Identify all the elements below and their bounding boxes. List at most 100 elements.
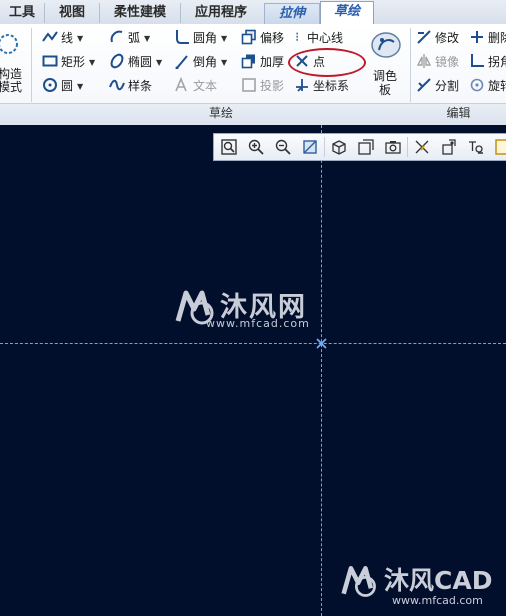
- delete-segment-icon: [471, 31, 483, 43]
- fillet-icon: [176, 30, 189, 44]
- line-tool-button[interactable]: 线 ▼: [42, 27, 83, 49]
- fillet-tool-button[interactable]: 圆角 ▼: [174, 27, 227, 49]
- line-icon: [42, 31, 58, 42]
- toolbar-divider: [324, 137, 325, 157]
- circle-tool-button[interactable]: 圆 ▼: [42, 75, 83, 97]
- rotate-resize-tool-label: 旋转: [488, 79, 506, 93]
- offset-tool-label: 偏移: [260, 31, 285, 45]
- graphics-view-toolbar: [213, 133, 506, 161]
- group-divider: [410, 28, 411, 102]
- group-divider: [31, 28, 32, 102]
- watermark-brand2: 沐风CAD: [384, 566, 493, 595]
- palette-label-1: 调色: [373, 69, 398, 83]
- ribbon-tab-bar: 工具 视图 柔性建模 应用程序 拉伸 草绘: [0, 0, 506, 25]
- line-dropdown-icon[interactable]: ▼: [77, 28, 83, 50]
- refit-button[interactable]: [218, 137, 240, 157]
- palette-button[interactable]: 调色 板: [369, 28, 405, 100]
- chamfer-tool-label: 倒角: [193, 55, 218, 69]
- csys-tool-label: 坐标系: [313, 79, 350, 93]
- zoom-in-button[interactable]: [245, 137, 267, 157]
- thicken-tool-label: 加厚: [260, 55, 285, 69]
- ellipse-tool-label: 椭圆: [128, 55, 153, 69]
- divide-tool-button[interactable]: 分割: [416, 75, 459, 97]
- construction-mode-icon: [0, 34, 18, 54]
- corner-icon: [471, 54, 484, 67]
- datum-display-icon: [415, 140, 429, 154]
- toolbar-divider: [407, 137, 408, 157]
- text-tool-button[interactable]: 文本: [174, 75, 217, 97]
- saved-orientations-button[interactable]: [355, 137, 377, 157]
- circle-icon: [43, 78, 57, 92]
- circle-dropdown-icon[interactable]: ▼: [77, 76, 83, 98]
- rotate-resize-tool-button[interactable]: 旋转: [469, 75, 506, 97]
- palette-icon: [371, 32, 401, 58]
- delete-segment-tool-label: 删除: [488, 31, 506, 45]
- zoom-in-icon: [248, 139, 264, 155]
- rectangle-dropdown-icon[interactable]: ▼: [89, 52, 95, 74]
- project-tool-label: 投影: [260, 79, 285, 93]
- point-tool-button[interactable]: 点: [294, 51, 325, 73]
- vertical-reference-line: [321, 125, 322, 616]
- repaint-icon: [303, 140, 317, 154]
- circle-tool-label: 圆: [61, 79, 74, 93]
- sketch-view-button[interactable]: [492, 137, 506, 157]
- palette-label-2: 板: [379, 83, 392, 97]
- watermark-url: www.mfcad.com: [206, 317, 310, 330]
- csys-tool-button[interactable]: 坐标系: [294, 75, 349, 97]
- repaint-button[interactable]: [299, 137, 321, 157]
- ellipse-dropdown-icon[interactable]: ▼: [156, 52, 162, 74]
- sketch-canvas[interactable]: 沐风网 www.mfcad.com 沐风CAD www.mfcad.com: [0, 125, 506, 616]
- offset-icon: [241, 29, 256, 45]
- chamfer-tool-button[interactable]: 倒角 ▼: [174, 51, 227, 73]
- centerline-tool-button[interactable]: 中心线: [294, 27, 343, 49]
- tab-tools[interactable]: 工具: [0, 3, 45, 23]
- tab-sketch[interactable]: 草绘: [320, 1, 374, 25]
- rectangle-tool-label: 矩形: [61, 55, 86, 69]
- arc-dropdown-icon[interactable]: ▼: [144, 28, 150, 50]
- rectangle-tool-button[interactable]: 矩形 ▼: [42, 51, 95, 73]
- modify-tool-button[interactable]: 修改: [416, 27, 459, 49]
- divide-tool-label: 分割: [435, 79, 460, 93]
- thicken-tool-button[interactable]: 加厚: [241, 51, 284, 73]
- tab-applications[interactable]: 应用程序: [181, 3, 261, 23]
- group-label-sketch: 草绘: [208, 106, 233, 120]
- chamfer-icon: [175, 55, 188, 69]
- arc-tool-button[interactable]: 弧 ▼: [109, 27, 150, 49]
- chamfer-dropdown-icon[interactable]: ▼: [221, 52, 227, 74]
- tab-extrude[interactable]: 拉伸: [264, 3, 320, 24]
- divide-icon: [417, 78, 431, 92]
- ellipse-tool-button[interactable]: 椭圆 ▼: [109, 51, 162, 73]
- point-tool-label: 点: [313, 55, 326, 69]
- corner-tool-button[interactable]: 拐角: [469, 51, 506, 73]
- zoom-out-button[interactable]: [272, 137, 294, 157]
- tab-flexible-modeling[interactable]: 柔性建模: [100, 3, 181, 23]
- offset-tool-button[interactable]: 偏移: [241, 27, 284, 49]
- corner-tool-label: 拐角: [488, 55, 506, 69]
- delete-segment-tool-button[interactable]: 删除: [469, 27, 506, 49]
- spin-center-button[interactable]: [438, 137, 460, 157]
- centerline-icon: [296, 32, 298, 42]
- construction-mode-button[interactable]: 构造 模式: [0, 30, 26, 96]
- tab-view[interactable]: 视图: [45, 3, 100, 23]
- modify-tool-label: 修改: [435, 31, 460, 45]
- fillet-tool-label: 圆角: [193, 31, 218, 45]
- rotate-resize-icon: [470, 78, 484, 92]
- mirror-tool-button[interactable]: 镜像: [416, 51, 459, 73]
- saved-orientations-icon: [358, 139, 374, 155]
- project-tool-button[interactable]: 投影: [241, 75, 284, 97]
- spline-tool-button[interactable]: 样条: [109, 75, 152, 97]
- mfcad-logo-icon: [341, 566, 376, 597]
- mirror-tool-label: 镜像: [435, 55, 460, 69]
- refit-icon: [221, 139, 237, 155]
- annotation-display-button[interactable]: [465, 137, 487, 157]
- arc-tool-label: 弧: [128, 31, 141, 45]
- point-icon: [296, 55, 308, 67]
- spline-tool-label: 样条: [128, 79, 153, 93]
- fillet-dropdown-icon[interactable]: ▼: [221, 28, 227, 50]
- datum-display-button[interactable]: [411, 137, 433, 157]
- view-manager-button[interactable]: [382, 137, 404, 157]
- coordinate-system-icon: [296, 79, 308, 92]
- display-style-button[interactable]: [328, 137, 350, 157]
- group-label-edit: 编辑: [446, 106, 471, 120]
- view-manager-icon: [385, 141, 401, 154]
